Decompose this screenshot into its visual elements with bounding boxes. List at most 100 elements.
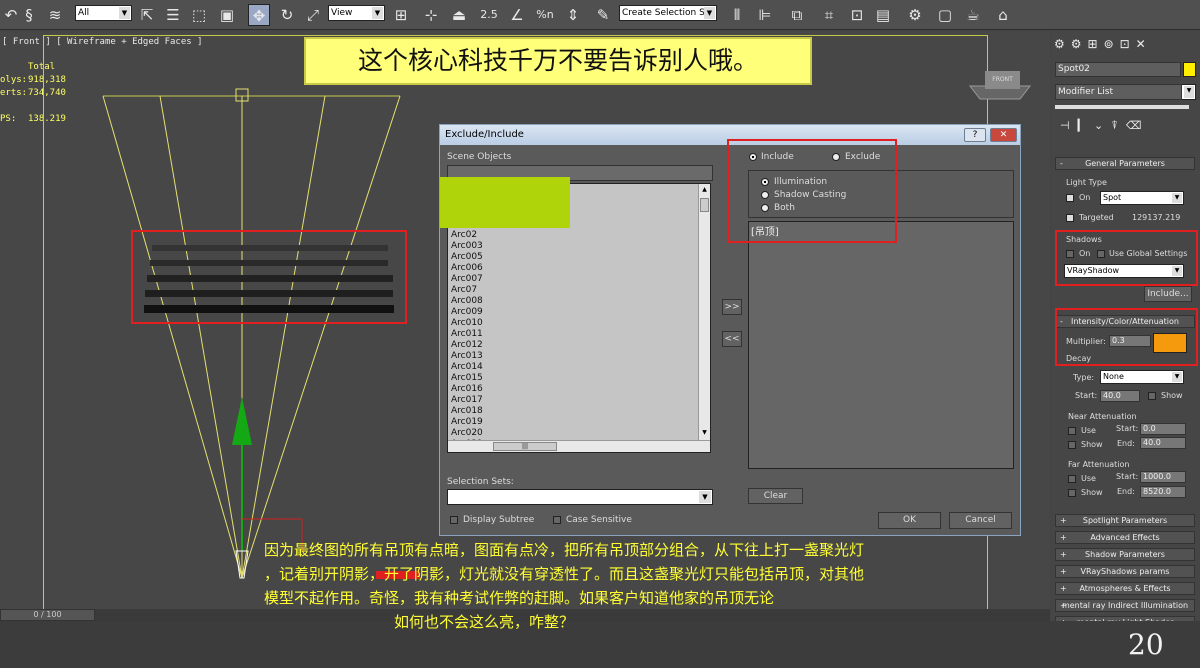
rollout-collapsed[interactable]: + Advanced Effects bbox=[1055, 531, 1195, 544]
time-slider-thumb[interactable]: 0 / 100 bbox=[0, 609, 95, 621]
far-start-spinner[interactable]: 1000.0 bbox=[1140, 471, 1186, 483]
list-item[interactable]: Arc013 bbox=[451, 351, 483, 361]
rollout-collapsed[interactable]: + Spotlight Parameters bbox=[1055, 514, 1195, 527]
chevron-down-icon[interactable]: ▼ bbox=[699, 491, 711, 503]
render-icon[interactable]: ☕ bbox=[962, 4, 984, 26]
rollout-collapsed[interactable]: + Shadow Parameters bbox=[1055, 548, 1195, 561]
render-setup-icon[interactable]: ⚙ bbox=[904, 4, 926, 26]
decay-start-spinner[interactable]: 40.0 bbox=[1100, 390, 1140, 402]
render-teapot-icon[interactable]: ⌂ bbox=[992, 4, 1014, 26]
modifier-stack[interactable] bbox=[1055, 105, 1189, 109]
decay-type-dropdown[interactable]: None ▼ bbox=[1100, 370, 1184, 384]
near-use-checkbox[interactable] bbox=[1068, 427, 1076, 435]
spinner-snap-icon[interactable]: ⇕ bbox=[562, 4, 584, 26]
keyboard-shortcut-icon[interactable]: ⏏ bbox=[448, 4, 470, 26]
light-type-dropdown[interactable]: Spot ▼ bbox=[1100, 191, 1184, 205]
list-item[interactable]: Arc009 bbox=[451, 307, 483, 317]
list-item[interactable]: Arc003 bbox=[451, 241, 483, 251]
redo-icon[interactable]: § bbox=[18, 4, 40, 26]
selection-sets-dropdown[interactable]: ▼ bbox=[447, 489, 713, 505]
list-item[interactable]: Arc012 bbox=[451, 340, 483, 350]
edit-named-sets-icon[interactable]: ✎ bbox=[592, 4, 614, 26]
layer-manager-icon[interactable]: ⧉ bbox=[786, 4, 808, 26]
scroll-up-icon[interactable]: ▲ bbox=[700, 186, 709, 195]
align-icon[interactable]: ⊫ bbox=[754, 4, 776, 26]
light-on-checkbox[interactable] bbox=[1066, 194, 1074, 202]
rollout-collapsed[interactable]: + Atmospheres & Effects bbox=[1055, 582, 1195, 595]
move-icon[interactable]: ✥ bbox=[248, 4, 270, 26]
list-item[interactable]: Arc019 bbox=[451, 417, 483, 427]
window-crossing-icon[interactable]: ▣ bbox=[216, 4, 238, 26]
modifier-list-label[interactable]: Modifier List bbox=[1055, 84, 1182, 100]
select-object-icon[interactable]: ⇱ bbox=[136, 4, 158, 26]
render-frame-icon[interactable]: ▢ bbox=[934, 4, 956, 26]
select-by-name-icon[interactable]: ☰ bbox=[162, 4, 184, 26]
include-button[interactable]: Include... bbox=[1144, 286, 1192, 302]
rotate-icon[interactable]: ↻ bbox=[276, 4, 298, 26]
selection-filter-dropdown[interactable]: All ▼ bbox=[75, 5, 132, 21]
included-objects-list[interactable]: [吊顶] bbox=[748, 221, 1014, 469]
case-sensitive-checkbox[interactable] bbox=[553, 516, 561, 524]
far-end-label: End: bbox=[1117, 487, 1135, 496]
clear-button[interactable]: Clear bbox=[748, 488, 803, 504]
scroll-thumb[interactable] bbox=[700, 198, 709, 212]
list-scrollbar-horizontal[interactable]: ||| bbox=[448, 440, 710, 452]
object-color-swatch[interactable] bbox=[1183, 62, 1196, 77]
stack-tools[interactable]: ⊣▎⌄⍒⌫ bbox=[1060, 119, 1149, 133]
list-item[interactable]: Arc005 bbox=[451, 252, 483, 262]
mirror-icon[interactable]: ⫴ bbox=[726, 4, 748, 26]
percent-snap-icon[interactable]: %n bbox=[534, 4, 556, 26]
material-editor-icon[interactable]: ▤ bbox=[872, 4, 894, 26]
scale-icon[interactable]: ⤢ bbox=[302, 4, 324, 26]
app-window: ↶ § ≋ All ▼ ⇱ ☰ ⬚ ▣ ✥ ↻ ⤢ View ▼ ⊞ ⊹ ⏏ 2.5… bbox=[0, 0, 1200, 668]
list-item[interactable]: Arc020 bbox=[451, 428, 483, 438]
move-right-button[interactable]: >> bbox=[722, 299, 742, 315]
far-show-checkbox[interactable] bbox=[1068, 489, 1076, 497]
help-button[interactable]: ? bbox=[964, 128, 986, 142]
ok-button[interactable]: OK bbox=[878, 512, 941, 529]
rect-select-icon[interactable]: ⬚ bbox=[188, 4, 210, 26]
close-button[interactable]: ✕ bbox=[990, 128, 1017, 142]
near-end-spinner[interactable]: 40.0 bbox=[1140, 437, 1186, 449]
list-item[interactable]: Arc02 bbox=[451, 230, 477, 240]
list-item[interactable]: Arc008 bbox=[451, 296, 483, 306]
near-start-spinner[interactable]: 0.0 bbox=[1140, 423, 1186, 435]
far-use-checkbox[interactable] bbox=[1068, 475, 1076, 483]
list-scrollbar-vertical[interactable]: ▲ ▼ bbox=[698, 184, 710, 440]
named-selection-dropdown[interactable]: Create Selection Se ▼ bbox=[619, 5, 717, 21]
reference-coord-dropdown[interactable]: View ▼ bbox=[328, 5, 385, 21]
display-subtree-checkbox[interactable] bbox=[450, 516, 458, 524]
list-item[interactable]: Arc018 bbox=[451, 406, 483, 416]
viewcube[interactable]: FRONT bbox=[985, 71, 1020, 89]
rollout-collapsed[interactable]: + mental ray Indirect Illumination bbox=[1055, 599, 1195, 612]
rollout-general-parameters[interactable]: - General Parameters bbox=[1055, 157, 1195, 170]
rollout-collapsed[interactable]: + VRayShadows params bbox=[1055, 565, 1195, 578]
decay-show-checkbox[interactable] bbox=[1148, 392, 1156, 400]
list-item[interactable]: Arc017 bbox=[451, 395, 483, 405]
move-left-button[interactable]: << bbox=[722, 331, 742, 347]
list-item[interactable]: Arc014 bbox=[451, 362, 483, 372]
expand-icon: + bbox=[1060, 533, 1067, 542]
bind-space-warp-icon[interactable]: ≋ bbox=[44, 4, 66, 26]
angle-snap-icon[interactable]: ∠ bbox=[506, 4, 528, 26]
near-show-checkbox[interactable] bbox=[1068, 441, 1076, 449]
curve-editor-icon[interactable]: ⌗ bbox=[818, 4, 840, 26]
targeted-checkbox[interactable] bbox=[1066, 214, 1074, 222]
list-item[interactable]: Arc015 bbox=[451, 373, 483, 383]
list-item[interactable]: Arc006 bbox=[451, 263, 483, 273]
far-end-spinner[interactable]: 8520.0 bbox=[1140, 486, 1186, 498]
list-item[interactable]: Arc07 bbox=[451, 285, 477, 295]
use-pivot-icon[interactable]: ⊞ bbox=[390, 4, 412, 26]
list-item[interactable]: Arc016 bbox=[451, 384, 483, 394]
select-manipulate-icon[interactable]: ⊹ bbox=[420, 4, 442, 26]
list-item[interactable]: Arc010 bbox=[451, 318, 483, 328]
snap-icon[interactable]: 2.5 bbox=[478, 4, 500, 26]
cancel-button[interactable]: Cancel bbox=[949, 512, 1012, 529]
list-item[interactable]: Arc007 bbox=[451, 274, 483, 284]
scroll-h-thumb[interactable]: ||| bbox=[493, 442, 557, 451]
schematic-icon[interactable]: ⊡ bbox=[846, 4, 868, 26]
list-item[interactable]: Arc011 bbox=[451, 329, 483, 339]
command-tabs[interactable]: ⚙⚙⊞⊚⊡✕ bbox=[1054, 37, 1152, 51]
scroll-down-icon[interactable]: ▼ bbox=[700, 429, 709, 438]
object-name-input[interactable]: Spot02 bbox=[1055, 62, 1181, 77]
